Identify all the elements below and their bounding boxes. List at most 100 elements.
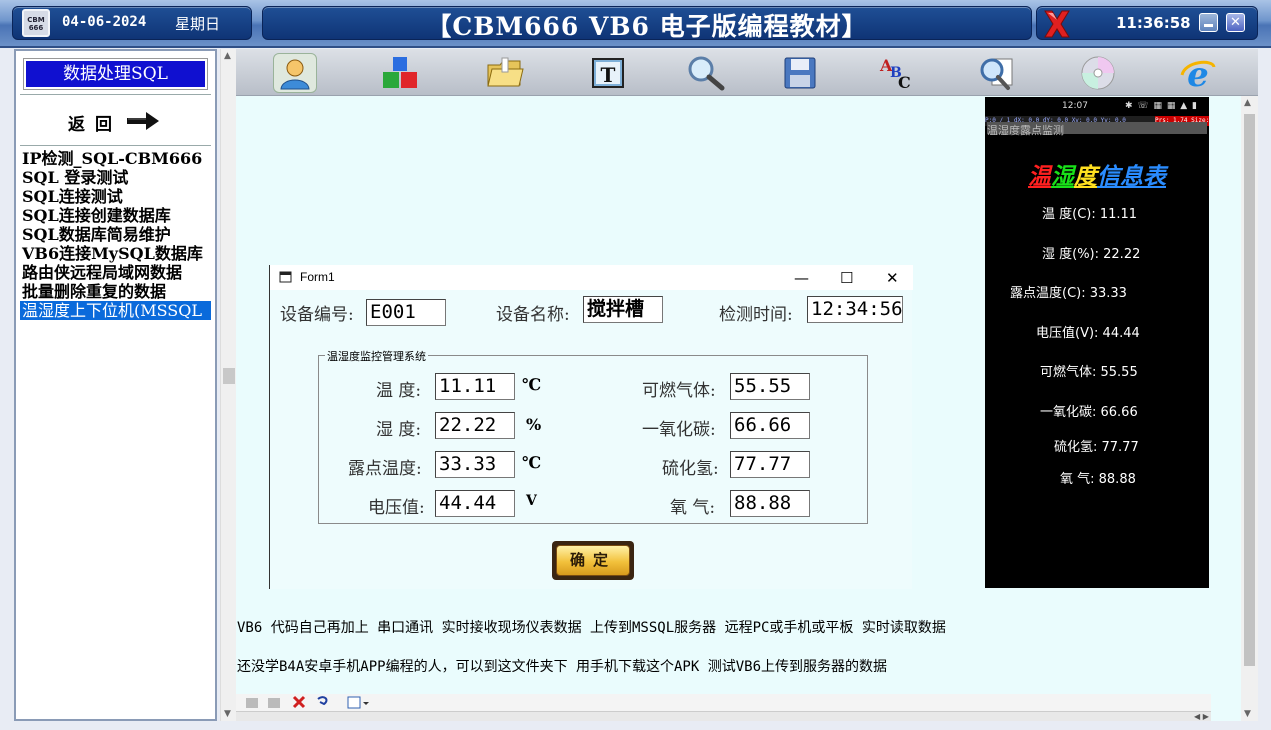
groupbox-title: 温湿度监控管理系统 [325, 348, 428, 364]
phone-reading-row: 湿 度(%): 22.22 [1042, 247, 1141, 262]
svg-text:e: e [1187, 55, 1209, 91]
svg-text:T: T [601, 63, 616, 87]
voltage-field[interactable]: 44.44 [435, 490, 515, 517]
sidebar-item[interactable]: 批量删除重复的数据 [20, 282, 211, 301]
voltage-label: 电压值: [368, 498, 425, 518]
dew-point-label: 露点温度: [348, 459, 422, 479]
user-icon[interactable] [273, 53, 317, 93]
form1-title: Form1 [300, 270, 335, 284]
dew-point-field[interactable]: 33.33 [435, 451, 515, 478]
blocks-icon[interactable] [378, 53, 422, 93]
carbon-monoxide-label: 一氧化碳: [642, 420, 716, 440]
device-id-field[interactable]: E001 [366, 299, 446, 326]
arrow-right-icon [127, 112, 159, 130]
titlebar-date: 04-06-2024 [62, 14, 147, 30]
form1-titlebar: Form1 — ☐ ✕ [270, 265, 913, 290]
phone-status-time: 12:07 [1062, 101, 1088, 111]
check-time-label: 检测时间: [719, 305, 793, 325]
vb-toolbar-icons[interactable] [244, 694, 384, 712]
sidebar-item[interactable]: IP检测_SQL-CBM666 [20, 149, 211, 168]
red-close-icon[interactable] [1042, 7, 1072, 41]
back-label: 返回 [68, 115, 122, 135]
phone-reading-row: 氧 气: 88.88 [1060, 472, 1136, 487]
scroll-down-icon[interactable]: ▼ [224, 709, 231, 719]
phone-reading-row: 温 度(C): 11.11 [1042, 207, 1138, 222]
horizontal-scrollbar[interactable] [236, 711, 1211, 721]
sidebar-item[interactable]: SQL 登录测试 [20, 168, 211, 187]
humidity-label: 湿 度: [376, 420, 422, 440]
phone-status-bar: 12:07 ✱ ☏ ▦ ▦ ▲ ▮ [985, 97, 1209, 115]
humidity-unit: % [526, 415, 542, 434]
phone-screenshot: 12:07 ✱ ☏ ▦ ▦ ▲ ▮ P:0 / 1 dX: 0.0 dY: 0.… [985, 97, 1209, 588]
sidebar-scrollbar[interactable]: ▲ ▼ [220, 49, 236, 721]
temperature-unit: ℃ [522, 375, 542, 394]
check-time-field[interactable]: 12:34:56 [807, 296, 903, 323]
temperature-label: 温 度: [376, 381, 422, 401]
scroll-up-icon[interactable]: ▲ [1244, 98, 1251, 108]
sidebar-item[interactable]: 温湿度上下位机(MSSQL [20, 301, 211, 320]
form-window-icon [279, 271, 292, 283]
floppy-disk-icon[interactable] [778, 53, 822, 93]
scroll-up-icon[interactable]: ▲ [224, 51, 231, 61]
scrollbar-thumb[interactable] [1244, 114, 1255, 666]
sidebar-list: IP检测_SQL-CBM666 SQL 登录测试 SQL连接测试 SQL连接创建数据库… [20, 149, 211, 320]
device-id-label: 设备编号: [280, 305, 354, 325]
scroll-corner: ◀ ▶ [1194, 712, 1209, 721]
search-document-icon[interactable] [976, 53, 1020, 93]
note-apk: 还没学B4A安卓手机APP编程的人，可以到这文件夹下 用手机下载这个APK 测试… [237, 659, 887, 675]
combustible-gas-field[interactable]: 55.55 [730, 373, 810, 400]
form1-minimize-button[interactable]: — [794, 269, 809, 287]
carbon-monoxide-field[interactable]: 66.66 [730, 412, 810, 439]
device-name-label: 设备名称: [496, 305, 570, 325]
folder-icon[interactable] [483, 53, 527, 93]
close-button[interactable]: ✕ [1226, 13, 1245, 32]
internet-explorer-icon[interactable]: e [1176, 53, 1220, 93]
toolbar: T ABC e [236, 49, 1258, 96]
minimize-button[interactable] [1199, 13, 1218, 32]
form1-maximize-button[interactable]: ☐ [840, 269, 853, 287]
phone-reading-row: 可燃气体: 55.55 [1040, 365, 1138, 380]
main-scrollbar[interactable]: ▲ ▼ [1241, 96, 1258, 721]
phone-reading-row: 露点温度(C): 33.33 [1010, 286, 1127, 301]
device-name-field[interactable]: 搅拌槽 [583, 296, 663, 323]
humidity-field[interactable]: 22.22 [435, 412, 515, 439]
phone-reading-row: 电压值(V): 44.44 [1036, 326, 1140, 341]
phone-heading: 温湿度信息表 [985, 157, 1209, 191]
spell-check-icon[interactable]: ABC [874, 53, 918, 93]
cd-icon[interactable] [1076, 53, 1120, 93]
phone-reading-row: 一氧化碳: 66.66 [1040, 405, 1138, 420]
note-serial: VB6 代码自己再加上 串口通讯 实时接收现场仪表数据 上传到MSSQL服务器 … [237, 620, 946, 636]
back-button[interactable]: 返回 [20, 94, 211, 146]
app-title: 【CBM666 VB6 电子版编程教材】 [426, 12, 868, 41]
sidebar-item[interactable]: SQL数据库简易维护 [20, 225, 211, 244]
oxygen-label: 氧 气: [670, 498, 716, 518]
text-icon[interactable]: T [586, 53, 630, 93]
hydrogen-sulfide-label: 硫化氢: [662, 459, 719, 479]
oxygen-field[interactable]: 88.88 [730, 490, 810, 517]
sidebar-item[interactable]: SQL连接测试 [20, 187, 211, 206]
svg-text:C: C [898, 73, 911, 91]
sidebar-item[interactable]: 路由侠远程局域网数据 [20, 263, 211, 282]
sidebar-title: 数据处理SQL [23, 58, 208, 90]
app-logo-icon: CBM 666 [22, 9, 50, 37]
ok-button[interactable]: 确定 [552, 541, 634, 580]
phone-heading-part: 温 [1028, 164, 1051, 190]
dew-point-unit: ℃ [522, 453, 542, 472]
hydrogen-sulfide-field[interactable]: 77.77 [730, 451, 810, 478]
phone-heading-part: 度 [1074, 164, 1097, 190]
scroll-down-icon[interactable]: ▼ [1244, 709, 1251, 719]
combustible-gas-label: 可燃气体: [642, 381, 716, 401]
sidebar-item[interactable]: SQL连接创建数据库 [20, 206, 211, 225]
phone-heading-part: 湿 [1051, 164, 1074, 190]
magnifier-icon[interactable] [684, 53, 728, 93]
temperature-field[interactable]: 11.11 [435, 373, 515, 400]
ok-button-label: 确定 [556, 545, 630, 576]
phone-status-icons: ✱ ☏ ▦ ▦ ▲ ▮ [1125, 101, 1198, 111]
app-titlebar: CBM 666 04-06-2024 星期日 【CBM666 VB6 电子版编程教… [0, 0, 1271, 48]
sidebar-item[interactable]: VB6连接MySQL数据库 [20, 244, 211, 263]
phone-heading-part: 信息表 [1097, 164, 1166, 190]
scrollbar-thumb[interactable] [223, 368, 235, 384]
form1-close-button[interactable]: ✕ [886, 269, 899, 287]
titlebar-time: 11:36:58 [1116, 14, 1191, 32]
titlebar-weekday: 星期日 [175, 15, 221, 33]
